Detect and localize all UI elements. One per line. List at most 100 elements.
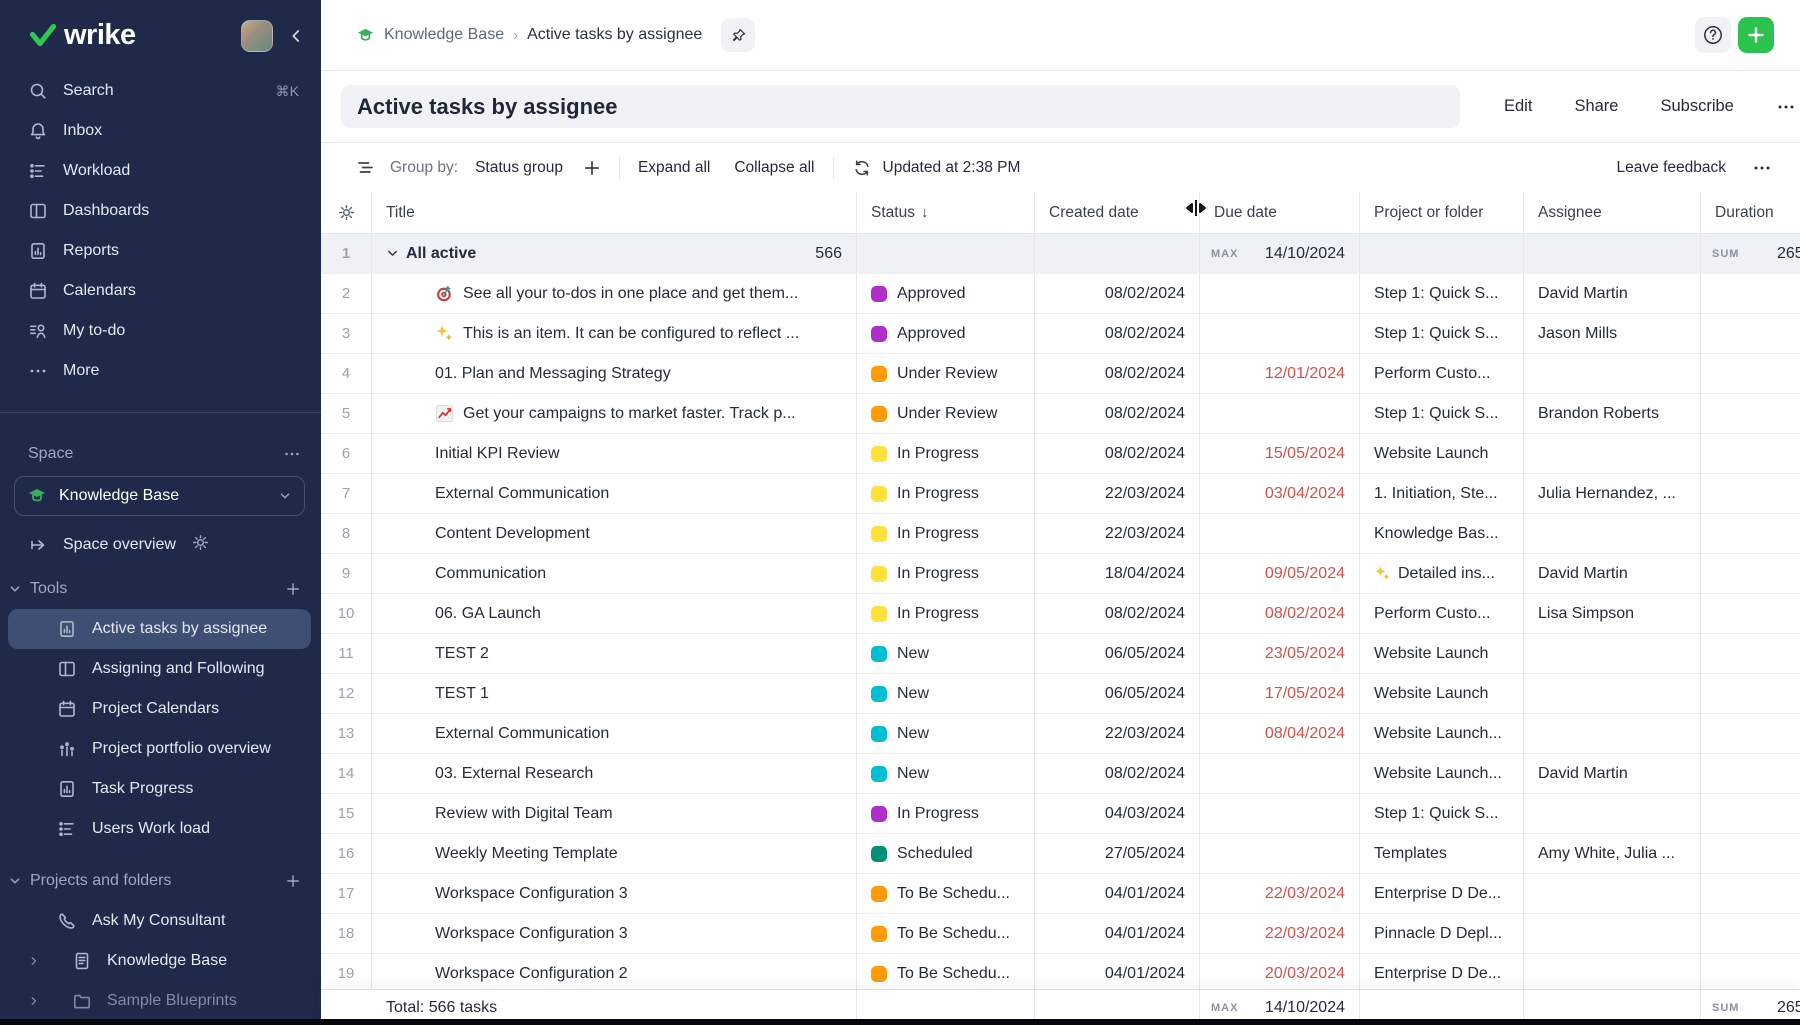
status-cell[interactable]: Scheduled [857,834,1035,874]
assignee-cell[interactable] [1524,514,1701,554]
due-date-cell[interactable] [1200,274,1360,314]
column-header-project-or-folder[interactable]: Project or folder [1360,192,1524,233]
table-row[interactable]: 9CommunicationIn Progress18/04/202409/05… [321,554,1800,594]
project-cell[interactable]: 1. Initiation, Ste... [1360,474,1524,514]
column-header-assignee[interactable]: Assignee [1524,192,1701,233]
breadcrumb-space[interactable]: Knowledge Base [384,26,504,44]
assignee-cell[interactable] [1524,354,1701,394]
assignee-cell[interactable]: Julia Hernandez, ... [1524,474,1701,514]
assignee-cell[interactable]: David Martin [1524,754,1701,794]
sidebar-item-more[interactable]: More [0,351,321,391]
table-row[interactable]: 2See all your to-dos in one place and ge… [321,274,1800,314]
table-row[interactable]: 19Workspace Configuration 2To Be Schedu.… [321,954,1800,989]
created-date-cell[interactable]: 04/01/2024 [1035,874,1200,914]
created-date-cell[interactable]: 08/02/2024 [1035,274,1200,314]
due-date-cell[interactable]: 20/03/2024 [1200,954,1360,989]
duration-cell[interactable] [1701,314,1800,354]
wrike-logo[interactable]: wrike [30,19,136,52]
sidebar-item-search[interactable]: Search⌘K [0,71,321,111]
sidebar-item-users-work-load[interactable]: Users Work load [0,809,321,849]
chevron-down-icon[interactable] [386,247,399,260]
tools-section-header[interactable]: Tools [0,569,321,609]
space-selector[interactable]: Knowledge Base [14,476,305,516]
project-cell[interactable]: Step 1: Quick S... [1360,394,1524,434]
due-date-cell[interactable] [1200,754,1360,794]
status-cell[interactable]: Under Review [857,354,1035,394]
status-cell[interactable]: In Progress [857,594,1035,634]
page-title-input[interactable]: Active tasks by assignee [341,85,1460,128]
refresh-icon[interactable] [852,158,872,178]
project-cell[interactable]: Website Launch [1360,634,1524,674]
sidebar-item-knowledge-base[interactable]: Knowledge Base [0,941,321,981]
project-cell[interactable]: Step 1: Quick S... [1360,794,1524,834]
status-cell[interactable]: In Progress [857,794,1035,834]
assignee-cell[interactable]: Brandon Roberts [1524,394,1701,434]
due-date-cell[interactable]: 22/03/2024 [1200,874,1360,914]
duration-cell[interactable] [1701,474,1800,514]
assignee-cell[interactable]: Amy White, Julia ... [1524,834,1701,874]
due-date-cell[interactable] [1200,514,1360,554]
duration-cell[interactable] [1701,434,1800,474]
assignee-cell[interactable]: David Martin [1524,554,1701,594]
table-row[interactable]: 17Workspace Configuration 3To Be Schedu.… [321,874,1800,914]
task-title-cell[interactable]: 03. External Research [372,754,857,794]
task-title-cell[interactable]: Initial KPI Review [372,434,857,474]
sidebar-item-active-tasks-by-assignee[interactable]: Active tasks by assignee [8,609,311,649]
duration-cell[interactable] [1701,714,1800,754]
created-date-cell[interactable]: 04/01/2024 [1035,954,1200,989]
due-date-cell[interactable]: 23/05/2024 [1200,634,1360,674]
assignee-cell[interactable] [1524,714,1701,754]
project-cell[interactable]: Pinnacle D Depl... [1360,914,1524,954]
assignee-cell[interactable]: Lisa Simpson [1524,594,1701,634]
projects-section-header[interactable]: Projects and folders [0,861,321,901]
duration-cell[interactable] [1701,394,1800,434]
project-cell[interactable]: Knowledge Bas... [1360,514,1524,554]
group-row[interactable]: 1All active566MAX14/10/2024SUM265 [321,234,1800,274]
status-cell[interactable]: Approved [857,274,1035,314]
created-date-cell[interactable]: 08/02/2024 [1035,314,1200,354]
help-button[interactable] [1695,17,1731,53]
share-button[interactable]: Share [1574,97,1618,116]
created-date-cell[interactable]: 22/03/2024 [1035,714,1200,754]
task-title-cell[interactable]: External Communication [372,714,857,754]
project-cell[interactable]: Perform Custo... [1360,354,1524,394]
created-date-cell[interactable]: 06/05/2024 [1035,674,1200,714]
space-overview-gear-icon[interactable] [191,533,210,557]
sidebar-item-assigning-and-following[interactable]: Assigning and Following [0,649,321,689]
table-row[interactable]: 13External CommunicationNew22/03/202408/… [321,714,1800,754]
status-cell[interactable]: In Progress [857,474,1035,514]
due-date-cell[interactable]: 08/04/2024 [1200,714,1360,754]
status-cell[interactable]: New [857,714,1035,754]
sidebar-item-project-calendars[interactable]: Project Calendars [0,689,321,729]
add-project-icon[interactable] [285,873,301,889]
table-settings-button[interactable] [321,192,372,233]
project-cell[interactable]: Enterprise D De... [1360,954,1524,989]
sidebar-item-sample-blueprints[interactable]: Sample Blueprints [0,981,321,1021]
created-date-cell[interactable]: 04/03/2024 [1035,794,1200,834]
sidebar-item-calendars[interactable]: Calendars [0,271,321,311]
due-date-cell[interactable]: 09/05/2024 [1200,554,1360,594]
assignee-cell[interactable] [1524,954,1701,989]
task-title-cell[interactable]: Review with Digital Team [372,794,857,834]
duration-cell[interactable] [1701,594,1800,634]
column-header-duration[interactable]: Duration [1701,192,1800,233]
due-date-cell[interactable]: 08/02/2024 [1200,594,1360,634]
duration-cell[interactable] [1701,954,1800,989]
table-row[interactable]: 16Weekly Meeting TemplateScheduled27/05/… [321,834,1800,874]
space-more-icon[interactable] [283,445,301,463]
table-row[interactable]: 1403. External ResearchNew08/02/2024Webs… [321,754,1800,794]
task-title-cell[interactable]: TEST 2 [372,634,857,674]
duration-cell[interactable] [1701,634,1800,674]
column-header-due-date[interactable]: Due date [1200,192,1360,233]
duration-cell[interactable] [1701,794,1800,834]
group-title-cell[interactable]: All active566 [372,234,857,274]
table-row[interactable]: 8Content DevelopmentIn Progress22/03/202… [321,514,1800,554]
duration-cell[interactable] [1701,874,1800,914]
due-date-cell[interactable] [1200,394,1360,434]
status-cell[interactable]: To Be Schedu... [857,954,1035,989]
assignee-cell[interactable] [1524,914,1701,954]
assignee-cell[interactable]: David Martin [1524,274,1701,314]
table-row[interactable]: 1006. GA LaunchIn Progress08/02/202408/0… [321,594,1800,634]
column-header-created-date[interactable]: Created date [1035,192,1200,233]
task-title-cell[interactable]: Communication [372,554,857,594]
